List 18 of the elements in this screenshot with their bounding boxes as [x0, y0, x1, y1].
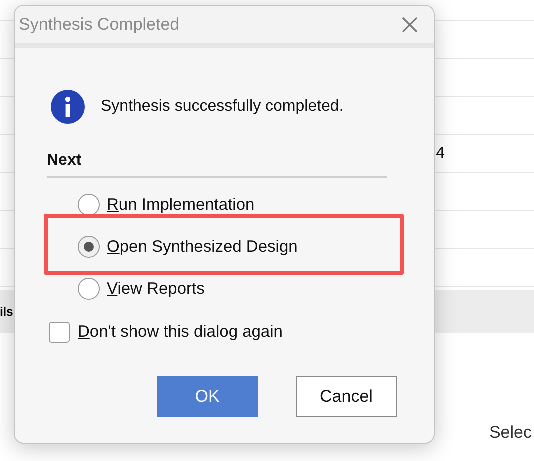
section-title: Next — [47, 152, 387, 178]
close-icon[interactable] — [402, 16, 418, 32]
panel-title: ils — [0, 304, 13, 318]
cancel-button[interactable]: Cancel — [296, 376, 397, 417]
ok-button[interactable]: OK — [157, 376, 258, 417]
checkbox-label[interactable]: Don't show this dialog again — [78, 323, 283, 342]
checkbox[interactable] — [49, 322, 70, 343]
radio-button[interactable] — [78, 194, 100, 216]
window-title: Synthesis Completed — [19, 14, 180, 34]
option-label[interactable]: Run Implementation — [107, 196, 255, 214]
row-text: 4 — [436, 144, 445, 162]
option-label[interactable]: View Reports — [107, 280, 205, 298]
label-text: Selec — [489, 423, 532, 443]
radio-button[interactable] — [78, 278, 100, 300]
radio-button[interactable] — [78, 236, 100, 258]
message-text: Synthesis successfully completed. — [101, 98, 344, 116]
info-icon — [51, 90, 85, 124]
option-label[interactable]: Open Synthesized Design — [107, 238, 298, 256]
